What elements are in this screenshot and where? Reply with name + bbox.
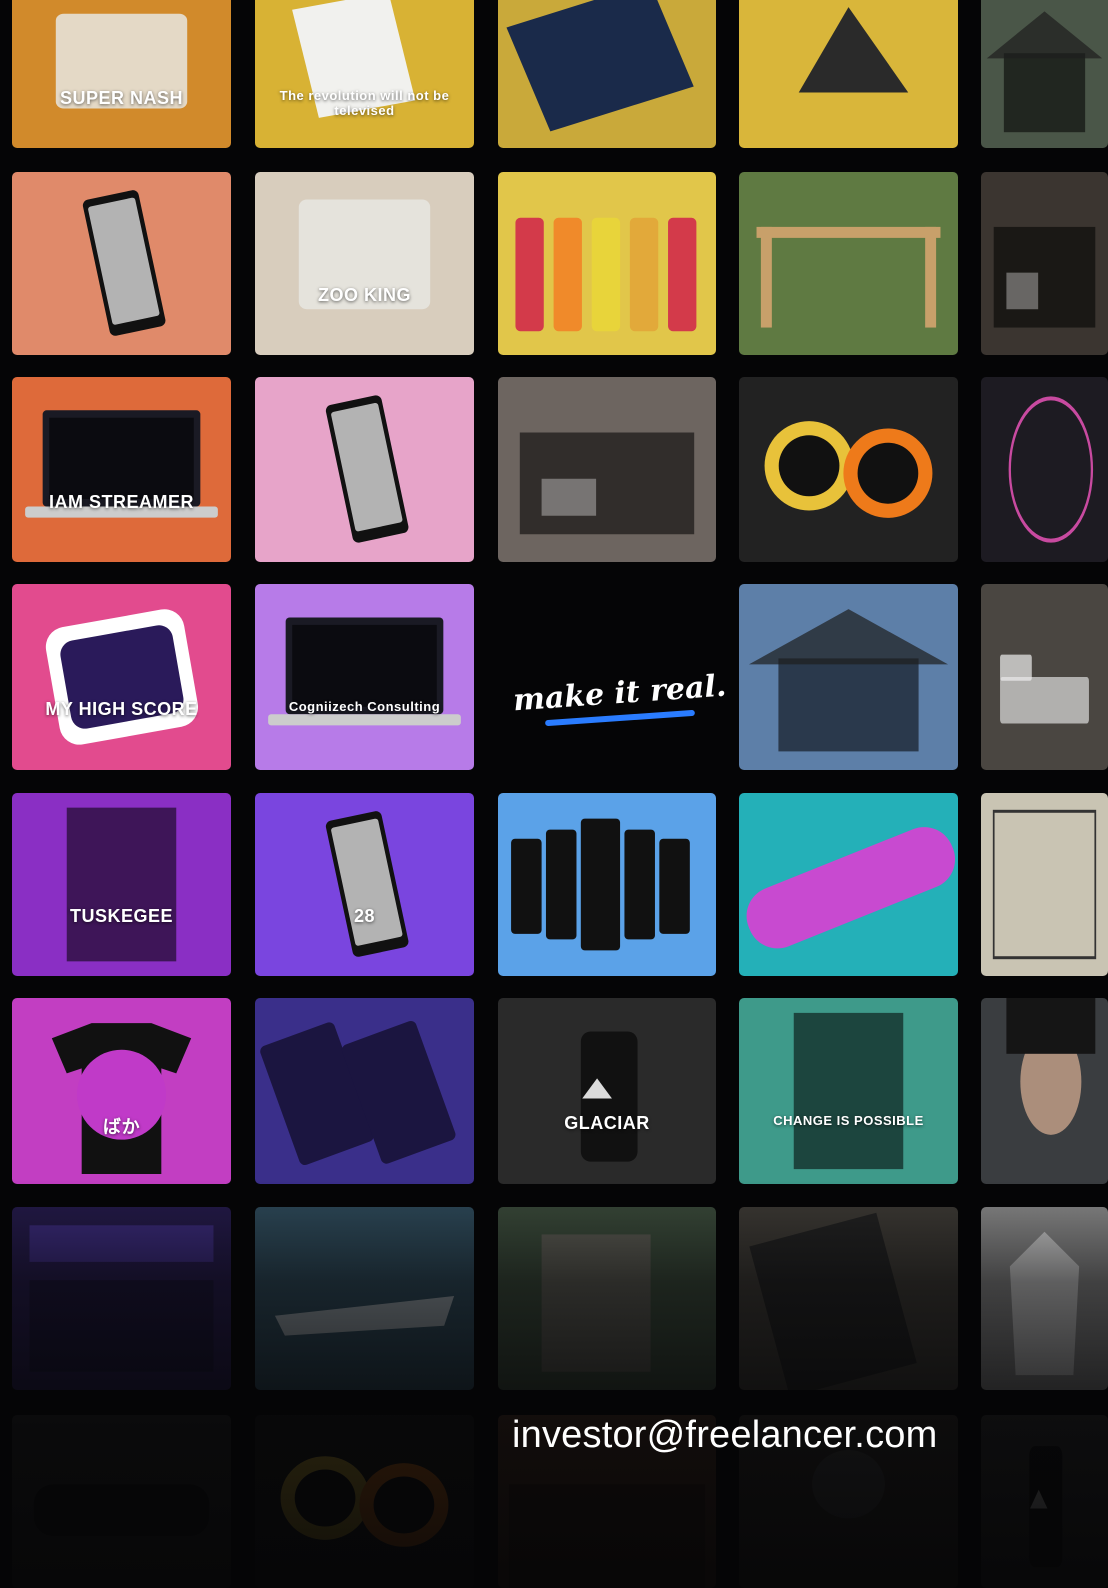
watch-icon	[764, 421, 933, 518]
contact-email[interactable]: investor@freelancer.com	[512, 1414, 937, 1457]
sticker-icon	[45, 609, 199, 745]
laptop-icon	[25, 410, 218, 518]
tile-label: ZOO KING	[318, 285, 411, 306]
tablet-icon	[260, 1020, 456, 1166]
portfolio-tile-r7c2[interactable]	[255, 1207, 474, 1390]
portfolio-tile-r5c1[interactable]: TUSKEGEE	[12, 793, 231, 976]
portfolio-tile-r3c3[interactable]	[498, 377, 716, 562]
portfolio-tile-r1c5[interactable]	[981, 0, 1108, 148]
portfolio-tile-r4c4[interactable]	[739, 584, 958, 770]
portfolio-tile-r2c2[interactable]: ZOO KING	[255, 172, 474, 355]
house-icon	[986, 11, 1103, 133]
portfolio-tile-r5c4[interactable]	[739, 793, 958, 976]
portrait-icon	[1006, 998, 1096, 1135]
portfolio-tile-r6c1[interactable]: ばか	[12, 998, 231, 1184]
bottles-icon	[515, 217, 697, 332]
house-icon	[748, 609, 949, 752]
interior-icon	[993, 226, 1096, 328]
skateboard-icon	[746, 827, 956, 949]
tile-label: CHANGE IS POSSIBLE	[773, 1113, 924, 1129]
portfolio-tile-r7c1[interactable]	[12, 1207, 231, 1390]
phone-icon	[325, 395, 409, 543]
tile-label: MY HIGH SCORE	[45, 699, 198, 720]
portfolio-tile-r3c5[interactable]	[981, 377, 1108, 562]
portfolio-tile-r8c2[interactable]	[255, 1415, 474, 1588]
speaker-icon	[798, 7, 909, 93]
car-icon	[33, 1484, 210, 1537]
portfolio-tile-r3c1[interactable]: IAM STREAMER	[12, 377, 231, 562]
bed-icon	[1000, 654, 1089, 724]
newspaper-icon	[292, 0, 416, 118]
portfolio-tile-r1c3[interactable]	[498, 0, 716, 148]
hoodie-icon	[1009, 1231, 1080, 1376]
tshirt-icon	[51, 1023, 192, 1174]
portfolio-tile-r6c4[interactable]: CHANGE IS POSSIBLE	[739, 998, 958, 1184]
magazine-icon	[749, 1212, 917, 1390]
book-icon	[506, 0, 694, 132]
portfolio-tile-r1c2[interactable]: The revolution will not be televised	[255, 0, 474, 148]
portfolio-tile-r7c4[interactable]	[739, 1207, 958, 1390]
yacht-icon	[274, 1296, 455, 1336]
portfolio-tile-r1c4[interactable]	[739, 0, 958, 148]
portfolio-tile-r2c5[interactable]	[981, 172, 1108, 355]
portfolio-tile-r6c2[interactable]	[255, 998, 474, 1184]
tile-label: The revolution will not be televised	[279, 87, 450, 118]
tile-label: 28	[353, 906, 376, 927]
tile-label: TUSKEGEE	[69, 906, 174, 927]
portfolio-tile-r6c3[interactable]: GLACIAR	[498, 998, 716, 1184]
bottle-icon	[580, 1031, 638, 1162]
poster-icon	[66, 807, 177, 962]
package-box-icon	[55, 13, 188, 109]
comic-icon	[992, 809, 1097, 960]
portfolio-tile-r3c4[interactable]	[739, 377, 958, 562]
tagline: make it real.	[500, 648, 740, 748]
portfolio-tile-r7c3[interactable]	[498, 1207, 716, 1390]
portfolio-tile-r6c5[interactable]	[981, 998, 1108, 1184]
phone-icon	[325, 811, 409, 957]
interior-icon	[519, 432, 695, 535]
portfolio-tile-r2c1[interactable]	[12, 172, 231, 355]
package-box-icon	[298, 199, 431, 310]
tile-label: GLACIAR	[564, 1113, 650, 1134]
laptop-icon	[268, 617, 461, 726]
bottle-icon	[1029, 1446, 1063, 1568]
portfolio-grid: SUPER NASH The revolution will not be tel…	[0, 0, 1108, 1588]
hud-icon	[1008, 396, 1094, 543]
tile-label: IAM STREAMER	[49, 491, 194, 512]
phone-icon	[82, 190, 166, 336]
portfolio-tile-r4c2[interactable]: Cogniizech Consulting	[255, 584, 474, 770]
poster-icon	[793, 1012, 904, 1170]
portfolio-tile-r8c1[interactable]	[12, 1415, 231, 1588]
portfolio-tile-r4c1[interactable]: MY HIGH SCORE	[12, 584, 231, 770]
building-icon	[541, 1234, 651, 1372]
pergola-icon	[756, 226, 941, 328]
tile-label: ばか	[102, 1117, 141, 1138]
portfolio-tile-r5c3[interactable]	[498, 793, 716, 976]
portfolio-tile-r5c5[interactable]	[981, 793, 1108, 976]
portfolio-tile-r3c2[interactable]	[255, 377, 474, 562]
portfolio-tile-r5c2[interactable]: 28	[255, 793, 474, 976]
portfolio-tile-r7c5[interactable]	[981, 1207, 1108, 1390]
portfolio-tile-r4c5[interactable]	[981, 584, 1108, 770]
watch-icon	[280, 1456, 449, 1547]
tagline-text: make it real.	[512, 668, 728, 718]
portfolio-tile-r1c1[interactable]: SUPER NASH	[12, 0, 231, 148]
portfolio-tile-r2c3[interactable]	[498, 172, 716, 355]
dashboard-icon	[29, 1225, 214, 1372]
portfolio-tile-r8c5[interactable]	[981, 1415, 1108, 1588]
tile-label: Cogniizech Consulting	[288, 699, 441, 715]
tile-label: SUPER NASH	[59, 87, 184, 108]
phones-icon	[511, 818, 690, 951]
portfolio-tile-r2c4[interactable]	[739, 172, 958, 355]
